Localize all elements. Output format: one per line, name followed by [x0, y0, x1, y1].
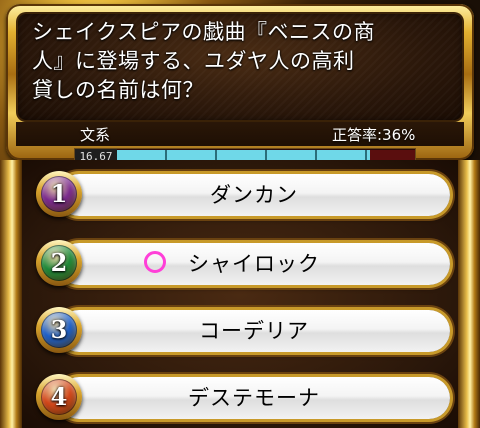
answer-label: コーデリア — [199, 319, 309, 343]
question-line: シェイクスピアの戯曲『ベニスの商 — [32, 20, 375, 44]
answer-number-badge: 3 — [36, 307, 82, 353]
answer-option-2[interactable]: シャイロック 2 — [36, 239, 450, 289]
quiz-screen: シェイクスピアの戯曲『ベニスの商 人』に登場する、ユダヤ人の高利 貸しの名前は何… — [0, 0, 480, 428]
answer-label: デステモーナ — [188, 386, 320, 410]
answer-option-3[interactable]: コーデリア 3 — [36, 306, 450, 356]
answer-number-badge: 1 — [36, 171, 82, 217]
answer-number-badge: 4 — [36, 374, 82, 420]
question-line: 人』に登場する、ユダヤ人の高利 — [32, 49, 355, 73]
question-text: シェイクスピアの戯曲『ベニスの商 人』に登場する、ユダヤ人の高利 貸しの名前は何… — [32, 18, 452, 105]
answer-number: 4 — [41, 379, 77, 415]
answer-number: 2 — [41, 245, 77, 281]
answer-label: ダンカン — [210, 183, 298, 207]
correct-rate-label: 正答率:36% — [332, 126, 416, 144]
answer-number: 3 — [41, 312, 77, 348]
answer-number-badge: 2 — [36, 240, 82, 286]
question-line: 貸しの名前は何？ — [32, 78, 204, 102]
right-pillar — [458, 160, 480, 428]
answer-option-4[interactable]: デステモーナ 4 — [36, 373, 450, 423]
answer-label: シャイロック — [188, 252, 320, 276]
answer-number: 1 — [41, 176, 77, 212]
genre-label: 文系 — [80, 126, 111, 144]
left-pillar — [0, 160, 22, 428]
answer-option-1[interactable]: ダンカン 1 — [36, 170, 450, 220]
